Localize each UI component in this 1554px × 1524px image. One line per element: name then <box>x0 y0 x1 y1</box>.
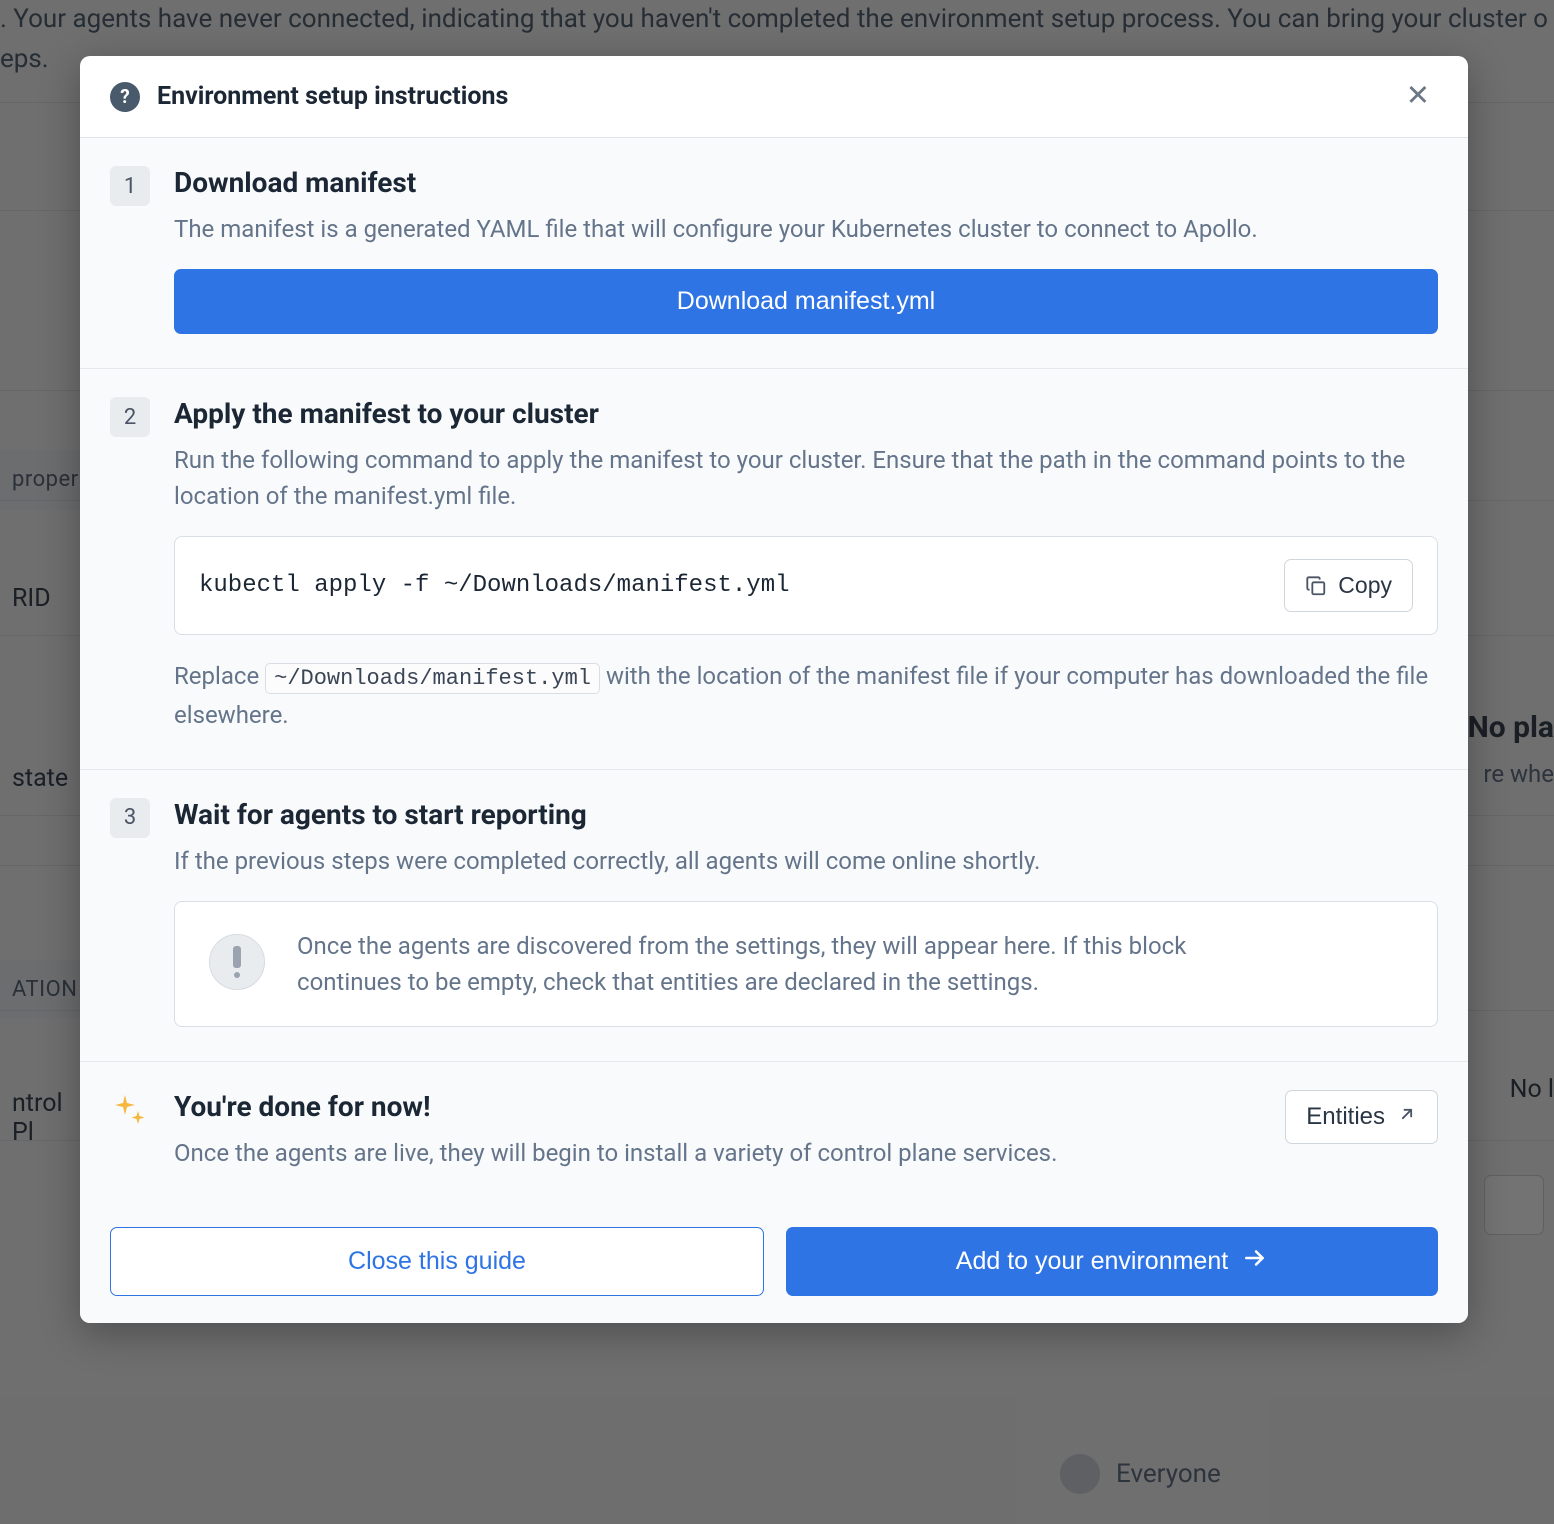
modal-header: ? Environment setup instructions ✕ <box>80 56 1468 138</box>
entities-button[interactable]: Entities <box>1285 1090 1438 1144</box>
info-icon <box>209 934 265 990</box>
help-icon: ? <box>110 82 140 112</box>
code-text: kubectl apply -f ~/Downloads/manifest.ym… <box>199 572 1264 599</box>
done-title: You're done for now! <box>174 1090 1265 1123</box>
add-to-environment-button[interactable]: Add to your environment <box>786 1227 1438 1296</box>
modal-body: 1 Download manifest The manifest is a ge… <box>80 138 1468 1205</box>
step-3-description: If the previous steps were completed cor… <box>174 843 1438 879</box>
info-block: Once the agents are discovered from the … <box>174 901 1438 1027</box>
modal-title: Environment setup instructions <box>157 82 1398 111</box>
close-icon[interactable]: ✕ <box>1398 78 1438 115</box>
sparkle-icon <box>110 1090 150 1130</box>
copy-button[interactable]: Copy <box>1284 559 1413 612</box>
close-guide-button[interactable]: Close this guide <box>110 1227 764 1296</box>
setup-instructions-modal: ? Environment setup instructions ✕ 1 Dow… <box>80 56 1468 1323</box>
step-done: You're done for now! Once the agents are… <box>80 1062 1468 1205</box>
copy-icon <box>1305 575 1327 597</box>
step-1: 1 Download manifest The manifest is a ge… <box>80 138 1468 369</box>
step-1-title: Download manifest <box>174 166 1438 199</box>
code-block: kubectl apply -f ~/Downloads/manifest.ym… <box>174 536 1438 635</box>
entities-label: Entities <box>1306 1103 1385 1131</box>
step-3-title: Wait for agents to start reporting <box>174 798 1438 831</box>
arrow-right-icon <box>1242 1245 1268 1278</box>
step-number-1: 1 <box>110 166 150 206</box>
done-description: Once the agents are live, they will begi… <box>174 1135 1265 1171</box>
replace-note: Replace ~/Downloads/manifest.yml with th… <box>174 657 1438 735</box>
step-number-3: 3 <box>110 798 150 838</box>
inline-code-path: ~/Downloads/manifest.yml <box>265 663 600 694</box>
copy-label: Copy <box>1338 572 1392 599</box>
add-label: Add to your environment <box>956 1247 1228 1276</box>
step-2-title: Apply the manifest to your cluster <box>174 397 1438 430</box>
step-1-description: The manifest is a generated YAML file th… <box>174 211 1438 247</box>
step-number-2: 2 <box>110 397 150 437</box>
step-2: 2 Apply the manifest to your cluster Run… <box>80 369 1468 770</box>
modal-footer: Close this guide Add to your environment <box>80 1205 1468 1323</box>
step-2-description: Run the following command to apply the m… <box>174 442 1438 514</box>
info-text: Once the agents are discovered from the … <box>297 928 1409 1000</box>
step-3: 3 Wait for agents to start reporting If … <box>80 770 1468 1062</box>
download-manifest-button[interactable]: Download manifest.yml <box>174 269 1438 334</box>
external-link-icon <box>1397 1103 1417 1131</box>
